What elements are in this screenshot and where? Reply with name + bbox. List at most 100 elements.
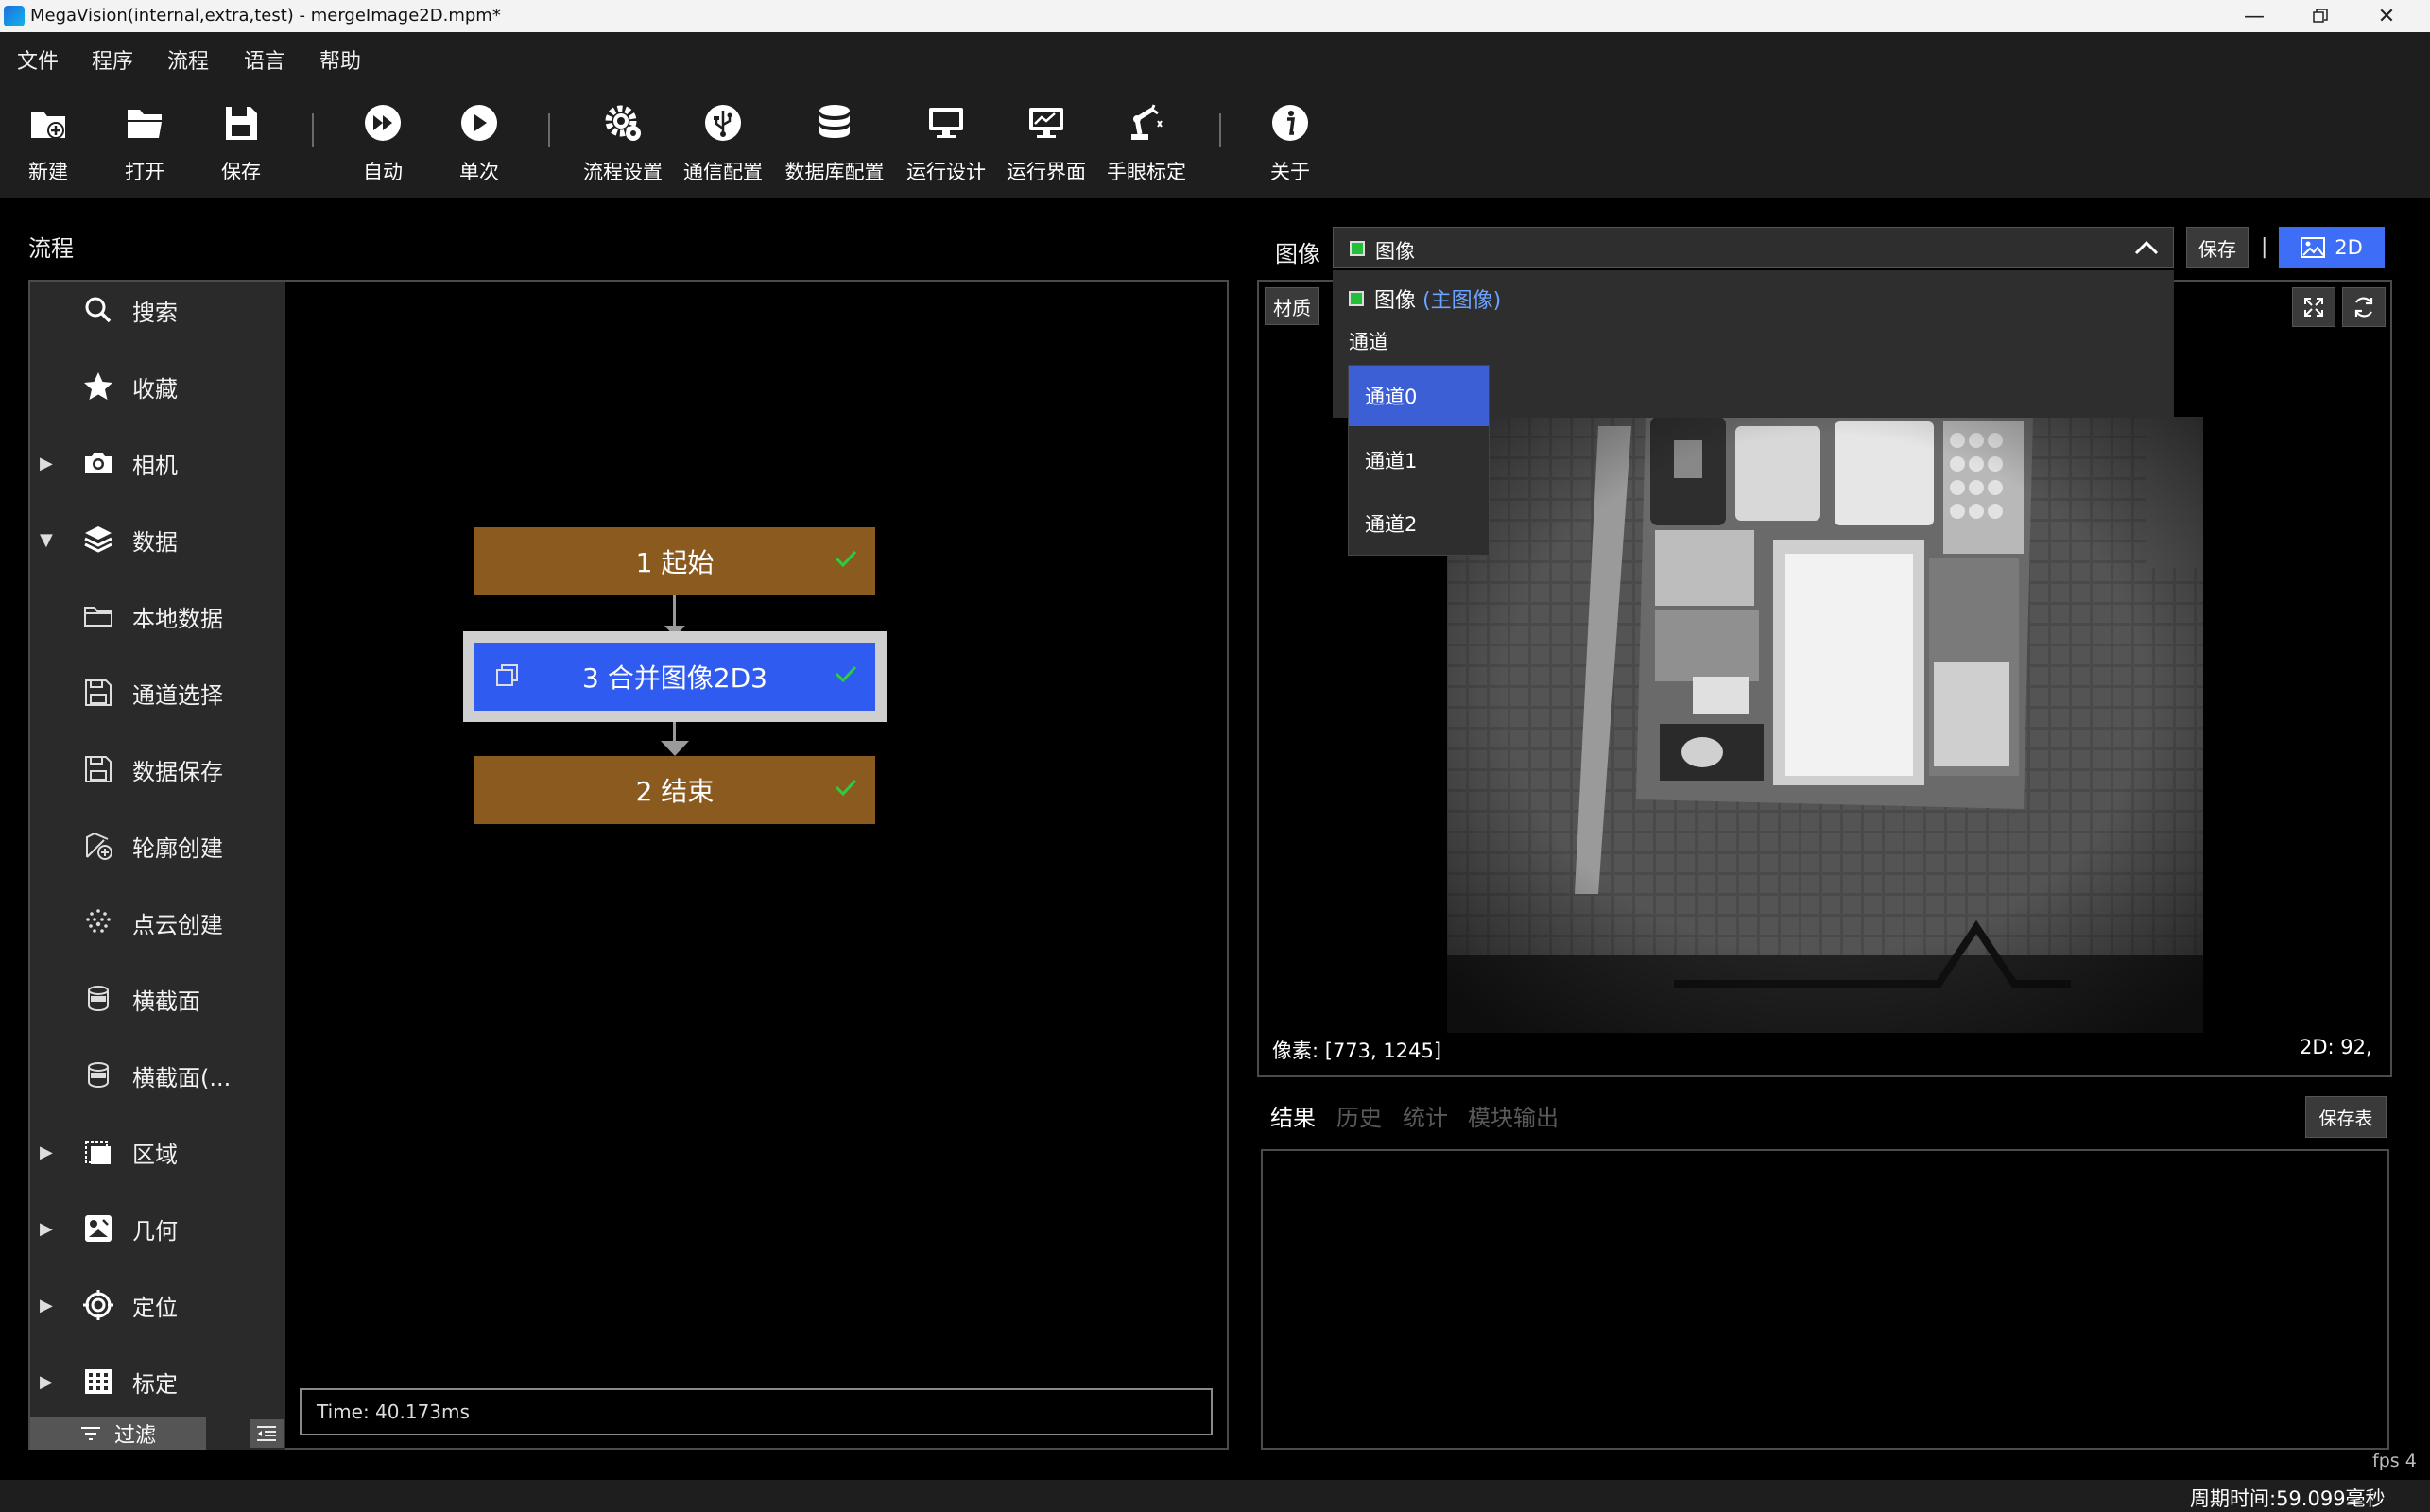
sidebar-item-label: 通道选择 bbox=[132, 681, 223, 709]
sidebar-item-pointcloud-create[interactable]: 点云创建 bbox=[30, 894, 285, 951]
save-button[interactable]: 保存 bbox=[189, 102, 293, 193]
sidebar-item-geometry[interactable]: ▶ 几何 bbox=[30, 1200, 285, 1257]
fullscreen-button[interactable] bbox=[2292, 287, 2335, 327]
sidebar-item-channel-select[interactable]: 通道选择 bbox=[30, 664, 285, 721]
sidebar-item-locate[interactable]: ▶ 定位 bbox=[30, 1277, 285, 1333]
view-mode-2d-button[interactable]: 2D bbox=[2279, 227, 2385, 268]
db-config-button[interactable]: 数据库配置 bbox=[783, 102, 887, 193]
menu-file[interactable]: 文件 bbox=[17, 47, 59, 77]
about-label: 关于 bbox=[1270, 161, 1310, 183]
filter-button[interactable]: 过滤 bbox=[30, 1418, 206, 1450]
open-button[interactable]: 打开 bbox=[93, 102, 197, 193]
tool-sidebar: 搜索 收藏 ▶ 相机 ▼ 数据 本地数据 通道选择 数据保存 轮廓创建 点云创建 bbox=[30, 282, 285, 1418]
close-icon[interactable]: ✕ bbox=[2353, 0, 2420, 32]
single-run-button[interactable]: 单次 bbox=[427, 102, 531, 193]
sidebar-item-label: 横截面(... bbox=[132, 1064, 232, 1091]
sidebar-item-cross-section[interactable]: 横截面 bbox=[30, 971, 285, 1027]
sidebar-arrow: ▶ bbox=[40, 1371, 53, 1392]
dropdown-option-image[interactable]: 图像 (主图像) bbox=[1374, 284, 1501, 314]
results-table[interactable] bbox=[1261, 1149, 2389, 1450]
sidebar-item-camera[interactable]: ▶ 相机 bbox=[30, 435, 285, 491]
menu-help[interactable]: 帮助 bbox=[319, 47, 361, 77]
pixel-value-readout: 2D: 92, bbox=[2300, 1036, 2372, 1058]
sidebar-item-contour-create[interactable]: 轮廓创建 bbox=[30, 817, 285, 874]
image-color-swatch bbox=[1350, 241, 1365, 256]
menu-flow[interactable]: 流程 bbox=[167, 47, 209, 77]
flow-node-merge-image[interactable]: 3 合并图像2D3 bbox=[474, 643, 875, 711]
minimize-icon[interactable]: — bbox=[2221, 0, 2287, 32]
comm-config-label: 通信配置 bbox=[683, 161, 763, 183]
chevron-up-icon[interactable] bbox=[2133, 237, 2160, 258]
fps-readout: fps 4 bbox=[2372, 1451, 2417, 1471]
sidebar-item-data[interactable]: ▼ 数据 bbox=[30, 511, 285, 568]
tab-statistics[interactable]: 统计 bbox=[1403, 1099, 1448, 1132]
sidebar-item-label: 定位 bbox=[132, 1294, 178, 1321]
hand-eye-calibration-button[interactable]: 手眼标定 bbox=[1094, 102, 1198, 193]
fast-forward-icon bbox=[365, 105, 401, 141]
sidebar-item-search[interactable]: 搜索 bbox=[30, 282, 285, 338]
flow-settings-button[interactable]: 流程设置 bbox=[571, 102, 675, 193]
copy-module-icon bbox=[496, 664, 518, 686]
node-label: 3 合并图像2D3 bbox=[582, 662, 767, 694]
tab-module-output[interactable]: 模块输出 bbox=[1468, 1099, 1559, 1132]
open-label: 打开 bbox=[125, 161, 164, 183]
image-content bbox=[1447, 417, 2203, 1033]
sidebar-arrow: ▼ bbox=[40, 529, 53, 550]
sidebar-item-cross-section-2[interactable]: 横截面(... bbox=[30, 1047, 285, 1104]
refresh-button[interactable] bbox=[2342, 287, 2386, 327]
channel-option-1[interactable]: 通道1 bbox=[1349, 430, 1489, 490]
tab-history[interactable]: 历史 bbox=[1336, 1099, 1382, 1132]
sidebar-item-data-save[interactable]: 数据保存 bbox=[30, 741, 285, 798]
menu-program[interactable]: 程序 bbox=[92, 47, 133, 77]
channel-option-0[interactable]: 通道0 bbox=[1349, 366, 1489, 426]
sidebar-item-calibration[interactable]: ▶ 标定 bbox=[30, 1353, 285, 1410]
tab-results[interactable]: 结果 bbox=[1270, 1099, 1316, 1132]
sidebar-item-favorites[interactable]: 收藏 bbox=[30, 358, 285, 415]
save-icon bbox=[79, 750, 117, 788]
dropdown-selected-value: 图像 bbox=[1375, 240, 1415, 263]
restore-icon[interactable] bbox=[2287, 0, 2353, 32]
filter-icon bbox=[80, 1427, 100, 1440]
captured-image[interactable] bbox=[1447, 417, 2203, 1033]
new-button[interactable]: 新建 bbox=[0, 102, 100, 193]
new-file-icon bbox=[31, 112, 65, 139]
check-icon bbox=[835, 665, 857, 683]
view-mode-label: 2D bbox=[2335, 236, 2363, 259]
cycle-time-readout: 周期时间:59.099毫秒 bbox=[2190, 1487, 2386, 1510]
database-icon bbox=[819, 105, 850, 138]
db-config-label: 数据库配置 bbox=[784, 161, 885, 183]
sidebar-item-label: 搜索 bbox=[132, 299, 178, 326]
pointcloud-icon bbox=[79, 903, 117, 941]
flow-arrow-icon bbox=[661, 741, 689, 756]
star-icon bbox=[79, 368, 117, 405]
channel-option-2[interactable]: 通道2 bbox=[1349, 493, 1489, 554]
image-save-button[interactable]: 保存 bbox=[2186, 227, 2249, 268]
title-bar: MegaVision(internal,extra,test) - mergeI… bbox=[0, 0, 2430, 32]
time-readout: Time: 40.173ms bbox=[300, 1388, 1213, 1435]
sidebar-item-local-data[interactable]: 本地数据 bbox=[30, 588, 285, 644]
sidebar-item-label: 点云创建 bbox=[132, 911, 223, 938]
flow-node-start[interactable]: 1 起始 bbox=[474, 527, 875, 595]
about-button[interactable]: 关于 bbox=[1238, 102, 1342, 193]
geometry-icon bbox=[79, 1210, 117, 1247]
folder-open-icon bbox=[128, 110, 162, 138]
save-icon bbox=[79, 674, 117, 712]
image-color-swatch bbox=[1349, 291, 1364, 306]
auto-run-button[interactable]: 自动 bbox=[331, 102, 435, 193]
comm-config-button[interactable]: 通信配置 bbox=[671, 102, 775, 193]
save-table-button[interactable]: 保存表 bbox=[2305, 1096, 2387, 1138]
main-image-tag: (主图像) bbox=[1422, 289, 1502, 313]
toolbar-divider bbox=[312, 113, 314, 147]
check-icon bbox=[835, 779, 857, 797]
new-label: 新建 bbox=[28, 161, 68, 183]
contour-icon bbox=[79, 827, 117, 865]
material-button[interactable]: 材质 bbox=[1265, 287, 1319, 325]
flow-node-end[interactable]: 2 结束 bbox=[474, 756, 875, 824]
toolbar: 新建 打开 保存 自动 单次 流程设置 通信配置 数据库配置 运行设计 运行界面… bbox=[0, 93, 2430, 198]
menu-language[interactable]: 语言 bbox=[244, 47, 285, 77]
image-select-dropdown[interactable]: 图像 bbox=[1333, 227, 2174, 268]
run-design-button[interactable]: 运行设计 bbox=[894, 102, 998, 193]
collapse-sidebar-button[interactable] bbox=[250, 1419, 284, 1448]
sidebar-item-region[interactable]: ▶ 区域 bbox=[30, 1124, 285, 1180]
run-ui-button[interactable]: 运行界面 bbox=[994, 102, 1098, 193]
